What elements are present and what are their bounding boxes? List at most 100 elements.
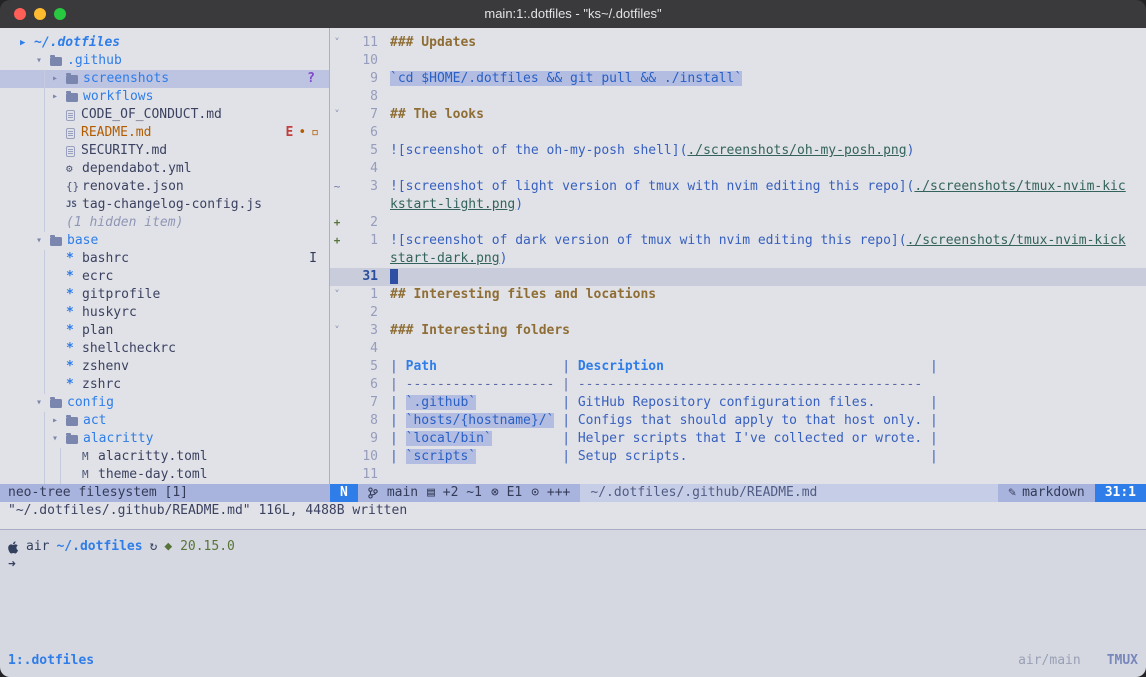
sign-column — [330, 196, 344, 214]
tree-item-plan[interactable]: *plan — [0, 322, 329, 340]
editor-line[interactable]: 8 — [330, 88, 1146, 106]
line-number: 6 — [344, 124, 378, 142]
editor-cursor-line[interactable]: 31 — [330, 268, 1146, 286]
md-heading: ### Interesting folders — [390, 323, 570, 338]
file-icon — [66, 146, 75, 157]
tree-item-gitprofile[interactable]: *gitprofile — [0, 286, 329, 304]
inline-code: `.github` — [406, 395, 476, 410]
statusline-file-path: ~/.dotfiles/.github/README.md — [580, 484, 998, 502]
tree-item-github[interactable]: ▾.github — [0, 52, 329, 70]
chevron-down-icon: ▾ — [36, 52, 50, 70]
md-link[interactable]: ./screenshots/oh-my-posh.png — [687, 143, 906, 158]
editor-line[interactable]: 5| Path | Description | — [330, 358, 1146, 376]
tree-item-ecrc[interactable]: *ecrc — [0, 268, 329, 286]
prompt-cwd: ~/.dotfiles — [56, 538, 142, 556]
table-pipe: | — [390, 431, 406, 446]
folder-icon — [50, 237, 62, 246]
table-divider: | ------------------- | ----------------… — [390, 377, 922, 392]
shell-file-icon: * — [66, 376, 82, 394]
sign-column — [330, 358, 344, 376]
node-version: 20.15.0 — [180, 539, 235, 554]
toml-icon: M — [82, 448, 98, 466]
line-number: 8 — [344, 412, 378, 430]
inline-code: `hosts/{hostname}/` — [406, 413, 555, 428]
editor-buffer[interactable]: ˅11### Updates 10 9`cd $HOME/.dotfiles &… — [330, 28, 1146, 484]
minimize-button[interactable] — [34, 8, 46, 20]
editor-line[interactable]: ˅7## The looks — [330, 106, 1146, 124]
folder-icon — [66, 75, 78, 84]
line-number: 3 — [344, 178, 378, 196]
tree-item-config[interactable]: ▾config — [0, 394, 329, 412]
chevron-right-icon: ▸ — [52, 70, 66, 88]
tree-item-alacritty[interactable]: ▾alacritty — [0, 430, 329, 448]
tree-item-base[interactable]: ▾base — [0, 232, 329, 250]
gear-icon: ⚙ — [66, 160, 82, 178]
fold-open-icon[interactable]: ˅ — [330, 34, 344, 52]
tree-item-shellcheckrc[interactable]: *shellcheckrc — [0, 340, 329, 358]
sign-column — [330, 250, 344, 268]
md-link[interactable]: ./screenshots/tmux-nvim-kic — [914, 179, 1125, 194]
editor-line[interactable]: 8| `hosts/{hostname}/` | Configs that sh… — [330, 412, 1146, 430]
tree-root[interactable]: ▶~/.dotfiles — [0, 34, 329, 52]
md-image-text: ![screenshot of the oh-my-posh shell]( — [390, 143, 687, 158]
editor-line[interactable]: 4 — [330, 340, 1146, 358]
editor-line[interactable]: ~3![screenshot of light version of tmux … — [330, 178, 1146, 196]
tree-item-code-of-conduct[interactable]: CODE_OF_CONDUCT.md — [0, 106, 329, 124]
tree-item-screenshots[interactable]: ▸screenshots ? — [0, 70, 329, 88]
fold-open-icon[interactable]: ˅ — [330, 106, 344, 124]
tree-item-readme[interactable]: README.md E•▫ — [0, 124, 329, 142]
zoom-button[interactable] — [54, 8, 66, 20]
editor-line[interactable]: ˅11### Updates — [330, 34, 1146, 52]
tmux-window-item[interactable]: 1:.dotfiles — [8, 652, 94, 670]
tree-item-tag-changelog[interactable]: JStag-changelog-config.js — [0, 196, 329, 214]
editor-line[interactable]: 10 — [330, 52, 1146, 70]
md-image-text: ![screenshot of dark version of tmux wit… — [390, 233, 907, 248]
git-added-sign: + — [330, 214, 344, 232]
editor-line[interactable]: +1![screenshot of dark version of tmux w… — [330, 232, 1146, 250]
tree-item-security[interactable]: SECURITY.md — [0, 142, 329, 160]
editor-line[interactable]: 4 — [330, 160, 1146, 178]
editor-line[interactable]: 9| `local/bin` | Helper scripts that I'v… — [330, 430, 1146, 448]
editor-line-wrap[interactable]: kstart-light.png) — [330, 196, 1146, 214]
tree-item-hidden-count[interactable]: (1 hidden item) — [0, 214, 329, 232]
editor-line[interactable]: 6| ------------------- | ---------------… — [330, 376, 1146, 394]
editor-line[interactable]: ˅1## Interesting files and locations — [330, 286, 1146, 304]
tree-item-act[interactable]: ▸act — [0, 412, 329, 430]
md-link[interactable]: kstart-light.png — [390, 197, 515, 212]
tree-item-dependabot[interactable]: ⚙dependabot.yml — [0, 160, 329, 178]
tmux-right-segment: air/main TMUX — [1018, 652, 1138, 670]
editor-line[interactable]: 7| `.github` | GitHub Repository configu… — [330, 394, 1146, 412]
editor-line[interactable]: 5![screenshot of the oh-my-posh shell](.… — [330, 142, 1146, 160]
editor-line[interactable]: 2 — [330, 304, 1146, 322]
editor-line-wrap[interactable]: start-dark.png) — [330, 250, 1146, 268]
tree-item-alacritty-toml[interactable]: Malacritty.toml — [0, 448, 329, 466]
tree-item-huskyrc[interactable]: *huskyrc — [0, 304, 329, 322]
editor-line[interactable]: 6 — [330, 124, 1146, 142]
editor-line[interactable]: 11 — [330, 466, 1146, 484]
shell-prompt: air ~/.dotfiles ↻ ◆ 20.15.0 — [0, 538, 1146, 556]
cursor-block — [390, 269, 398, 284]
neo-tree-status: neo-tree filesystem [1] — [0, 484, 330, 502]
tree-item-bashrc[interactable]: *bashrc I — [0, 250, 329, 268]
fold-open-icon[interactable]: ˅ — [330, 322, 344, 340]
tmux-session-name: air/main — [1018, 652, 1081, 670]
tree-item-renovate[interactable]: {}renovate.json — [0, 178, 329, 196]
terminal-shell[interactable]: air ~/.dotfiles ↻ ◆ 20.15.0 ➜ 1:.dotfile… — [0, 530, 1146, 677]
md-paren: ) — [500, 251, 508, 266]
git-status-icon: ↻ — [150, 538, 158, 556]
table-header: Description — [578, 359, 664, 374]
tree-item-workflows[interactable]: ▸workflows — [0, 88, 329, 106]
sign-column — [330, 268, 344, 286]
tree-item-zshenv[interactable]: *zshenv — [0, 358, 329, 376]
tree-item-theme-day-toml[interactable]: Mtheme-day.toml — [0, 466, 329, 484]
md-link[interactable]: ./screenshots/tmux-nvim-kick — [907, 233, 1126, 248]
editor-line[interactable]: 9`cd $HOME/.dotfiles && git pull && ./in… — [330, 70, 1146, 88]
prompt-arrow[interactable]: ➜ — [0, 556, 1146, 574]
editor-line[interactable]: 10| `scripts` | Setup scripts. | — [330, 448, 1146, 466]
tree-item-zshrc[interactable]: *zshrc — [0, 376, 329, 394]
fold-open-icon[interactable]: ˅ — [330, 286, 344, 304]
editor-line[interactable]: ˅3### Interesting folders — [330, 322, 1146, 340]
editor-line[interactable]: +2 — [330, 214, 1146, 232]
md-link[interactable]: start-dark.png — [390, 251, 500, 266]
close-button[interactable] — [14, 8, 26, 20]
